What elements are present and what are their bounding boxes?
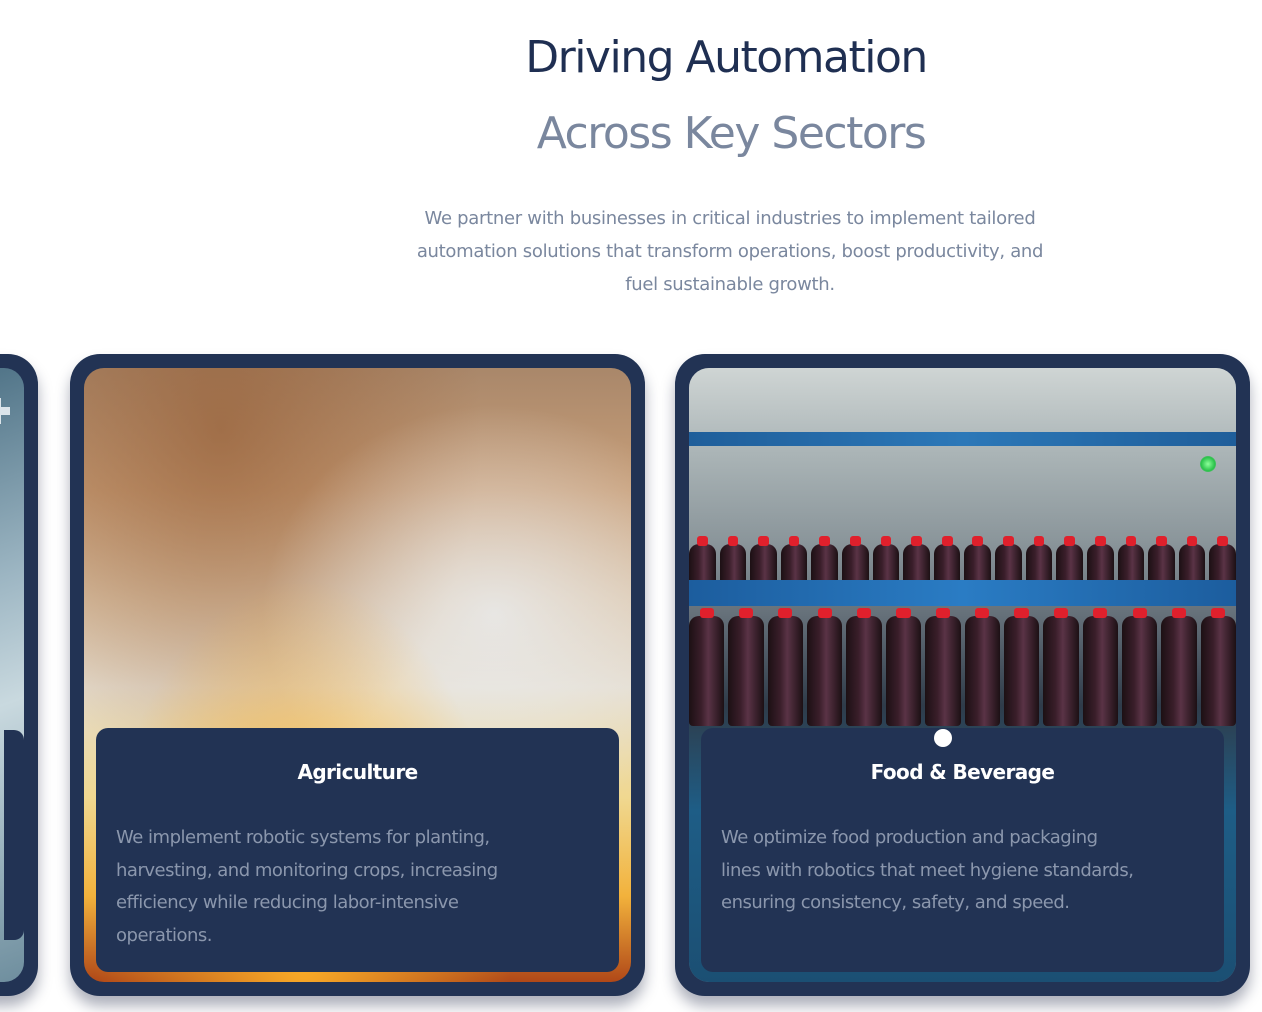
sector-card-title: Agriculture xyxy=(297,760,418,784)
sector-card-panel: Food & Beverage We optimize food product… xyxy=(701,728,1224,972)
sector-card-panel xyxy=(4,730,24,940)
indicator-light-icon xyxy=(1200,456,1216,472)
sector-card-agriculture[interactable]: Agriculture We implement robotic systems… xyxy=(70,354,645,996)
plus-icon xyxy=(0,398,10,424)
sector-card-panel: Agriculture We implement robotic systems… xyxy=(96,728,619,972)
section-title: Driving Automation xyxy=(525,32,928,83)
sector-card-description: We optimize food production and packagin… xyxy=(721,827,1134,913)
section-intro: We partner with businesses in critical i… xyxy=(416,208,1044,295)
sector-card-partial[interactable] xyxy=(0,354,38,996)
sector-card-description: We implement robotic systems for plantin… xyxy=(116,827,498,946)
sector-card-title: Food & Beverage xyxy=(870,760,1055,784)
carousel-dot[interactable] xyxy=(934,729,952,747)
sector-card-food-beverage[interactable]: Food & Beverage We optimize food product… xyxy=(675,354,1250,996)
section-subtitle: Across Key Sectors xyxy=(536,108,927,159)
